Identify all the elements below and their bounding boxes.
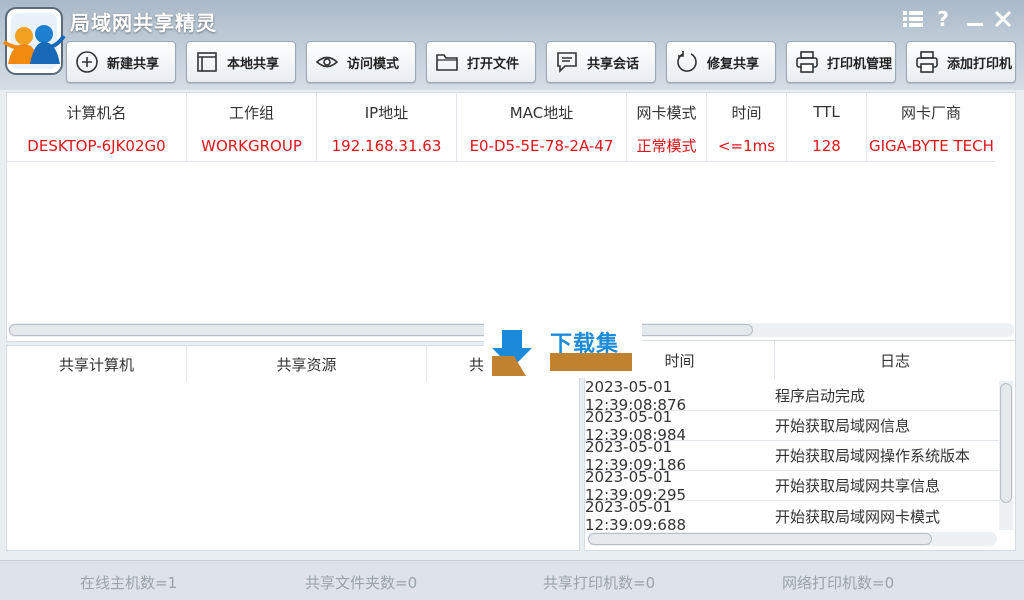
cell-time: <=1ms	[707, 130, 787, 162]
eye-icon	[313, 48, 341, 76]
minimize-icon[interactable]	[962, 6, 988, 32]
col-share-computer[interactable]: 共享计算机	[7, 346, 187, 382]
log-table-header: 时间 日志	[585, 341, 1015, 379]
log-time: 2023-05-01 12:39:09:688	[585, 498, 687, 534]
download-arrow-icon	[492, 330, 532, 376]
status-shared-folders: 共享文件夹数=0	[305, 574, 418, 592]
hosts-table-header: 计算机名 工作组 IP地址 MAC地址 网卡模式 时间 TTL 网卡厂商	[7, 93, 1015, 131]
local-share-label: 本地共享	[227, 56, 280, 72]
cell-ttl: 128	[787, 130, 867, 162]
log-message: 程序启动完成	[775, 387, 866, 405]
printer-icon	[793, 48, 821, 76]
refresh-icon	[673, 48, 701, 76]
log-vscroll-thumb[interactable]	[1000, 383, 1012, 503]
watermark-logo: 下载集	[484, 322, 642, 378]
table-row[interactable]: DESKTOP-6JK02G0 WORKGROUP 192.168.31.63 …	[7, 130, 1015, 162]
log-hscroll-thumb[interactable]	[588, 533, 932, 545]
share-session-label: 共享会话	[587, 56, 640, 72]
status-online-hosts: 在线主机数=1	[80, 574, 178, 592]
new-share-button[interactable]: 新建共享	[66, 41, 176, 83]
add-printer-label: 添加打印机	[947, 56, 1013, 72]
repair-share-label: 修复共享	[707, 56, 760, 72]
local-share-button[interactable]: 本地共享	[186, 41, 296, 83]
printer-manage-label: 打印机管理	[827, 56, 893, 72]
menu-icon[interactable]	[900, 6, 926, 32]
list-item: 2023-05-01 12:39:09:295 开始获取局域网共享信息	[585, 468, 999, 504]
cell-mac: E0-D5-5E-78-2A-47	[457, 130, 627, 162]
window-icon	[193, 48, 221, 76]
access-mode-button[interactable]: 访问模式	[306, 41, 416, 83]
log-hscrollbar[interactable]	[587, 532, 997, 546]
list-item: 2023-05-01 12:39:08:876 程序启动完成	[585, 378, 999, 414]
col-time[interactable]: 时间	[707, 93, 787, 131]
title-bar: 局域网共享精灵 ? 新建共享 本地共享 访问模式 打开文件 共享会话 修复共享 …	[0, 0, 1024, 90]
cell-workgroup: WORKGROUP	[187, 130, 317, 162]
col-share-resource[interactable]: 共享资源	[187, 346, 427, 382]
col-vendor[interactable]: 网卡厂商	[867, 93, 995, 131]
col-computer-name[interactable]: 计算机名	[7, 93, 187, 131]
status-bar: 在线主机数=1 共享文件夹数=0 共享打印机数=0 网络打印机数=0	[0, 560, 1024, 600]
col-ttl[interactable]: TTL	[787, 93, 867, 131]
log-message: 开始获取局域网操作系统版本	[775, 447, 971, 465]
log-message: 开始获取局域网共享信息	[775, 477, 941, 495]
plus-circle-icon	[73, 48, 101, 76]
help-icon[interactable]: ?	[930, 6, 956, 32]
open-file-label: 打开文件	[467, 56, 520, 72]
list-item: 2023-05-01 12:39:08:984 开始获取局域网信息	[585, 408, 999, 444]
repair-share-button[interactable]: 修复共享	[666, 41, 776, 83]
log-message: 开始获取局域网网卡模式	[775, 507, 941, 526]
printer-add-icon	[913, 48, 941, 76]
folder-icon	[433, 48, 461, 76]
col-mac[interactable]: MAC地址	[457, 93, 627, 131]
access-mode-label: 访问模式	[347, 56, 400, 72]
app-logo-icon	[2, 7, 66, 75]
list-item: 2023-05-01 12:39:09:186 开始获取局域网操作系统版本	[585, 438, 999, 474]
printer-manage-button[interactable]: 打印机管理	[786, 41, 896, 83]
log-message: 开始获取局域网信息	[775, 417, 911, 435]
cell-ip: 192.168.31.63	[317, 130, 457, 162]
new-share-label: 新建共享	[107, 56, 160, 72]
watermark-bar	[550, 353, 632, 371]
share-session-button[interactable]: 共享会话	[546, 41, 656, 83]
log-vscrollbar[interactable]	[999, 381, 1013, 530]
app-title: 局域网共享精灵	[70, 11, 217, 35]
chat-icon	[553, 48, 581, 76]
add-printer-button[interactable]: 添加打印机	[906, 41, 1016, 83]
cell-nic-mode: 正常模式	[627, 130, 707, 162]
col-nic-mode[interactable]: 网卡模式	[627, 93, 707, 131]
cell-computer-name: DESKTOP-6JK02G0	[7, 130, 187, 162]
col-workgroup[interactable]: 工作组	[187, 93, 317, 131]
cell-vendor: GIGA-BYTE TECHNOLOGY CO.,LTD.	[867, 130, 995, 162]
status-network-printers: 网络打印机数=0	[782, 574, 895, 592]
open-file-button[interactable]: 打开文件	[426, 41, 536, 83]
close-icon[interactable]	[990, 6, 1016, 32]
list-item: 2023-05-01 12:39:09:688 开始获取局域网网卡模式	[585, 498, 999, 534]
col-ip[interactable]: IP地址	[317, 93, 457, 131]
col-log-message[interactable]: 日志	[775, 341, 1015, 379]
status-shared-printers: 共享打印机数=0	[543, 574, 656, 592]
